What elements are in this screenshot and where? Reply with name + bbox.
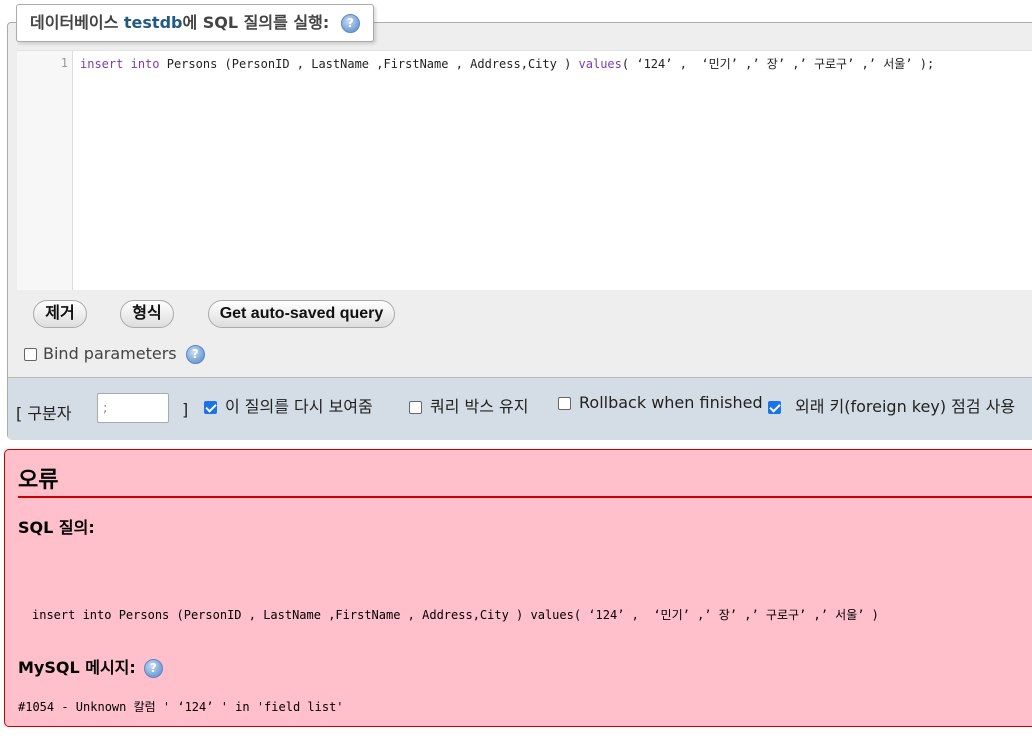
help-icon[interactable]: ?	[340, 14, 360, 33]
error-message: #1054 - Unknown 칼럼 ' ‘124’ ' in 'field l…	[18, 700, 344, 714]
retain-query-box-label: 쿼리 박스 유지	[430, 397, 529, 416]
line-number: 1	[60, 56, 68, 70]
bind-parameters-option[interactable]: Bind parameters ?	[24, 344, 205, 364]
code-values-text: ( ‘124’ , ‘민기’ ,’ 장’ ,’ 구로구’ ,’ 서울’ );	[621, 57, 935, 71]
sql-query-label: SQL 질의:	[18, 518, 95, 537]
foreign-key-checkbox[interactable]	[768, 401, 781, 414]
mysql-message-label-text: MySQL 메시지:	[18, 658, 136, 677]
foreign-key-label: 외래 키(foreign key) 점검 사용	[795, 397, 1016, 416]
code-line[interactable]: insert into Persons (PersonID , LastName…	[80, 55, 934, 72]
delimiter-label: [ 구분자	[16, 404, 72, 423]
error-title: 오류	[18, 462, 1032, 498]
show-query-again-checkbox[interactable]	[204, 401, 217, 414]
retain-query-box-checkbox[interactable]	[409, 401, 422, 414]
keyword-into: into	[130, 57, 160, 71]
show-query-again-label: 이 질의를 다시 보여줌	[225, 397, 373, 416]
mysql-message-label: MySQL 메시지:?	[18, 654, 163, 678]
rollback-checkbox[interactable]	[558, 397, 571, 410]
error-panel: 오류 SQL 질의: insert into Persons (PersonID…	[4, 449, 1032, 727]
database-name-link[interactable]: testdb	[124, 13, 183, 32]
rollback-option[interactable]: Rollback when finished	[558, 393, 763, 412]
legend-suffix: 에 SQL 질의를 실행:	[182, 13, 330, 32]
keyword-insert: insert	[80, 57, 124, 71]
help-icon[interactable]: ?	[185, 345, 205, 364]
error-sql-text: insert into Persons (PersonID , LastName…	[32, 608, 879, 622]
line-number-gutter: 1	[17, 51, 73, 290]
clear-button[interactable]: 제거	[33, 300, 87, 328]
get-auto-saved-query-button[interactable]: Get auto-saved query	[208, 300, 395, 328]
foreign-key-option[interactable]: 외래 키(foreign key) 점검 사용	[768, 393, 1015, 417]
bind-parameters-label: Bind parameters	[43, 344, 177, 363]
keyword-values: values	[578, 57, 622, 71]
format-button[interactable]: 형식	[120, 300, 174, 328]
sql-editor[interactable]: 1 insert into Persons (PersonID , LastNa…	[17, 50, 1032, 290]
query-legend: 데이터베이스 testdb에 SQL 질의를 실행: ?	[16, 4, 374, 42]
bind-parameters-checkbox[interactable]	[24, 348, 37, 361]
retain-query-box-option[interactable]: 쿼리 박스 유지	[409, 393, 529, 417]
code-text: Persons (PersonID , LastName ,FirstName …	[159, 57, 579, 71]
query-options-bar: [ 구분자 ] 이 질의를 다시 보여줌 쿼리 박스 유지 Rollback w…	[8, 377, 1032, 440]
delimiter-input[interactable]	[97, 393, 169, 423]
show-query-again-option[interactable]: 이 질의를 다시 보여줌	[204, 393, 373, 417]
help-icon[interactable]: ?	[143, 659, 163, 678]
rollback-label: Rollback when finished	[579, 393, 763, 412]
legend-prefix: 데이터베이스	[30, 13, 124, 32]
delimiter-bracket: ]	[182, 400, 189, 419]
